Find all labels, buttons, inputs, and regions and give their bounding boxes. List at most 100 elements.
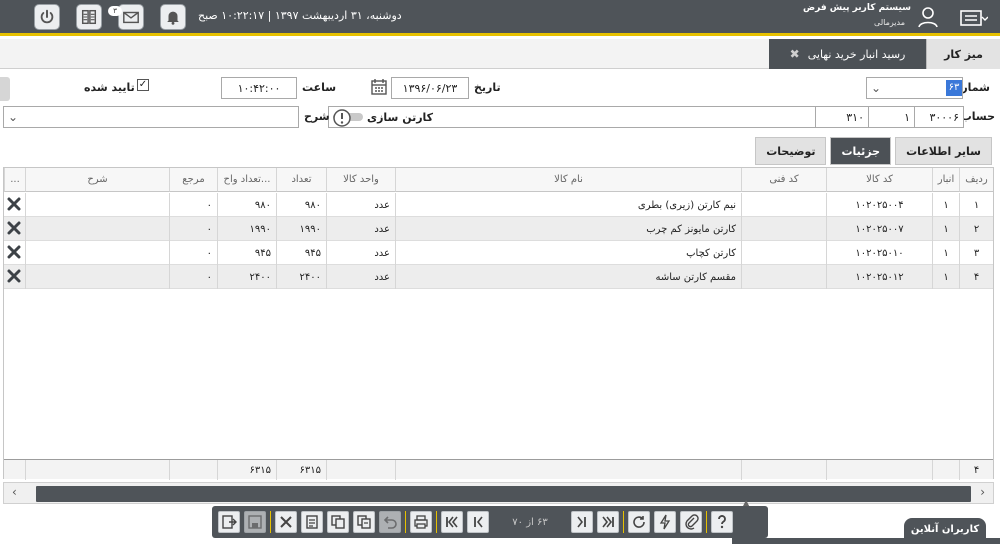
cell-code: ۱۰۲۰۲۵۰۱۰	[826, 241, 932, 265]
date-field[interactable]: ۱۳۹۶/۰۶/۲۳	[391, 77, 469, 99]
cell-tech	[741, 265, 826, 289]
col-unit-qty[interactable]: تعداد واح...	[217, 168, 276, 192]
undo-icon	[383, 516, 397, 529]
notifications-button[interactable]	[160, 4, 186, 30]
power-button[interactable]	[34, 4, 60, 30]
total-empty	[395, 460, 741, 480]
tab-desk[interactable]: میز کار	[926, 39, 1000, 69]
table-row[interactable]: ۲ ۱ ۱۰۲۰۲۵۰۰۷ کارتن مایونز کم چرب عدد ۱۹…	[4, 217, 993, 241]
save-button[interactable]	[244, 511, 266, 533]
delete-row-icon[interactable]	[6, 268, 22, 284]
cell-name: مقسم کارتن ساشه	[395, 265, 741, 289]
user-icon[interactable]	[916, 5, 940, 29]
refresh-icon	[633, 516, 645, 528]
last-record-button[interactable]	[597, 511, 619, 533]
copy-button[interactable]	[327, 511, 349, 533]
col-qty[interactable]: تعداد	[276, 168, 326, 192]
cell-qty: ۲۴۰۰	[276, 265, 326, 289]
menu-icon[interactable]	[960, 8, 988, 28]
date-label: تاریخ	[474, 81, 501, 94]
col-actions[interactable]: ...	[4, 168, 25, 192]
col-desc[interactable]: شرح	[25, 168, 169, 192]
close-tab-icon[interactable]: ✖	[790, 47, 800, 61]
refresh-button[interactable]	[628, 511, 650, 533]
account-name: کارتن سازی	[367, 110, 434, 124]
cell-unit: عدد	[326, 241, 395, 265]
printer-icon	[414, 515, 428, 529]
paperclip-icon	[685, 514, 699, 530]
tab-notes[interactable]: توضیحات	[755, 137, 827, 165]
col-ref[interactable]: مرجع	[169, 168, 217, 192]
cell-ref: ۰	[169, 265, 217, 289]
duplicate-button[interactable]	[353, 511, 375, 533]
duplicate-icon	[357, 515, 371, 529]
col-item-code[interactable]: کد کالا	[826, 168, 932, 192]
delete-row-icon[interactable]	[6, 196, 22, 212]
col-row[interactable]: ردیف	[959, 168, 993, 192]
col-store[interactable]: انبار	[932, 168, 959, 192]
envelope-icon	[123, 11, 139, 24]
total-empty	[741, 460, 826, 480]
account-name-field[interactable]: کارتن سازی	[328, 106, 816, 128]
side-panel-handle[interactable]	[0, 77, 10, 101]
cell-unit: عدد	[326, 265, 395, 289]
number-value[interactable]: ۶۳	[946, 80, 962, 96]
cell-desc	[25, 265, 169, 289]
quick-action-button[interactable]	[654, 511, 676, 533]
info-icon[interactable]	[332, 108, 352, 128]
help-button[interactable]	[711, 511, 733, 533]
previous-record-button[interactable]	[467, 511, 489, 533]
new-record-button[interactable]	[301, 511, 323, 533]
table-row[interactable]: ۱ ۱ ۱۰۲۰۲۵۰۰۴ نیم کارتن (زیری) بطری عدد …	[4, 193, 993, 217]
cell-row: ۴	[959, 265, 993, 289]
next-record-button[interactable]	[571, 511, 593, 533]
document-icon	[306, 515, 318, 529]
messages-button[interactable]	[118, 4, 144, 30]
col-unit[interactable]: واحد کالا	[326, 168, 395, 192]
cell-unit: عدد	[326, 193, 395, 217]
calendar-icon[interactable]	[370, 78, 388, 96]
account-group-field[interactable]: ۳۱۰	[815, 106, 869, 128]
total-empty	[932, 460, 959, 480]
export-button[interactable]	[218, 511, 240, 533]
tab-purchase-receipt[interactable]: رسید انبار خرید نهایی ✖	[769, 39, 926, 69]
scroll-left-icon[interactable]: ‹	[12, 485, 17, 499]
col-tech-code[interactable]: کد فنی	[741, 168, 826, 192]
detail-tabs: سایر اطلاعات جزئیات توضیحات	[755, 137, 992, 165]
cell-store: ۱	[932, 241, 959, 265]
question-icon	[718, 515, 726, 529]
print-button[interactable]	[410, 511, 432, 533]
table-row[interactable]: ۴ ۱ ۱۰۲۰۲۵۰۱۲ مقسم کارتن ساشه عدد ۲۴۰۰ ۲…	[4, 265, 993, 289]
scroll-right-icon[interactable]: ›	[980, 485, 985, 499]
time-field[interactable]: ۱۰:۴۲:۰۰	[221, 77, 297, 99]
table-row[interactable]: ۳ ۱ ۱۰۲۰۲۵۰۱۰ کارتن کچاپ عدد ۹۴۵ ۹۴۵ ۰	[4, 241, 993, 265]
first-record-button[interactable]	[441, 511, 463, 533]
grid-totals: ۴ ۶۳۱۵ ۶۳۱۵	[4, 459, 993, 480]
cell-store: ۱	[932, 265, 959, 289]
account-sub-field[interactable]: ۱	[868, 106, 915, 128]
undo-button[interactable]	[379, 511, 401, 533]
col-item-name[interactable]: نام کالا	[395, 168, 741, 192]
delete-row-icon[interactable]	[6, 220, 22, 236]
online-users-tab[interactable]: کاربران آنلاین	[904, 518, 986, 540]
approved-checkbox[interactable]: ✓	[137, 79, 149, 91]
delete-row-icon[interactable]	[6, 244, 22, 260]
cell-tech	[741, 241, 826, 265]
account-sub: ۱	[904, 110, 910, 124]
cancel-button[interactable]	[275, 511, 297, 533]
lightning-icon	[659, 514, 671, 530]
record-toolbar: ۶۳ از ۷۰	[212, 506, 768, 538]
desc-field[interactable]: ⌄	[3, 106, 299, 128]
attachment-button[interactable]	[680, 511, 702, 533]
dashboard-button[interactable]	[76, 4, 102, 30]
window-tabs: میز کار رسید انبار خرید نهایی ✖	[0, 39, 1000, 69]
cell-qty: ۱۹۹۰	[276, 217, 326, 241]
tab-details[interactable]: جزئیات	[830, 137, 892, 165]
total-empty	[326, 460, 395, 480]
chevron-down-icon[interactable]: ⌄	[871, 81, 881, 95]
tab-other-info[interactable]: سایر اطلاعات	[895, 137, 992, 165]
chevron-down-icon[interactable]: ⌄	[8, 110, 18, 124]
account-code-field[interactable]: ۳۰۰۰۶	[914, 106, 964, 128]
horizontal-scrollbar[interactable]: ‹ ›	[3, 482, 994, 504]
scroll-thumb[interactable]	[36, 486, 971, 502]
